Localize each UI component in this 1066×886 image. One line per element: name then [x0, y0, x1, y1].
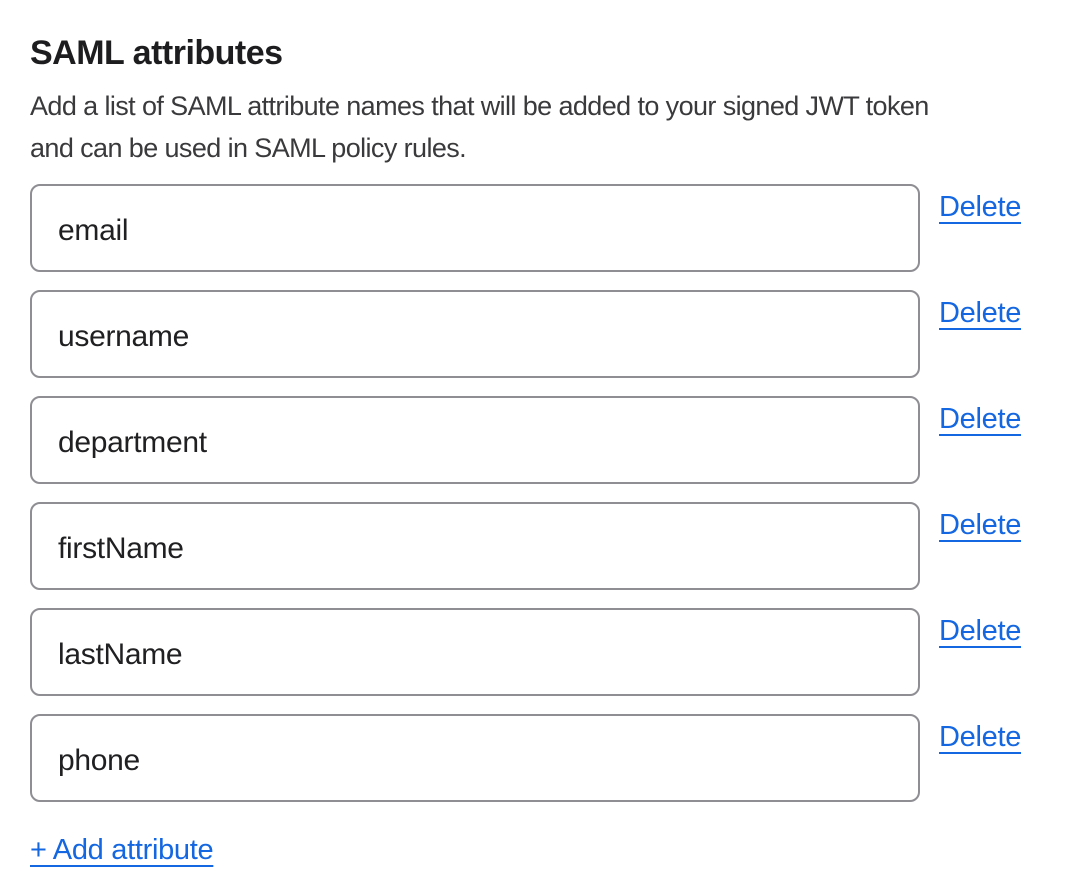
attribute-input[interactable]	[30, 502, 920, 590]
attribute-input[interactable]	[30, 184, 920, 272]
saml-attributes-section: SAML attributes Add a list of SAML attri…	[0, 0, 1066, 868]
attribute-row: Delete	[30, 184, 1036, 272]
delete-attribute-link[interactable]: Delete	[939, 190, 1021, 224]
delete-attribute-link[interactable]: Delete	[939, 296, 1021, 330]
attribute-row: Delete	[30, 290, 1036, 378]
attribute-input[interactable]	[30, 608, 920, 696]
attribute-row: Delete	[30, 502, 1036, 590]
attribute-input[interactable]	[30, 396, 920, 484]
add-attribute-link[interactable]: + Add attribute	[30, 832, 213, 868]
delete-attribute-link[interactable]: Delete	[939, 720, 1021, 754]
attribute-row: Delete	[30, 396, 1036, 484]
delete-attribute-link[interactable]: Delete	[939, 508, 1021, 542]
attribute-input[interactable]	[30, 290, 920, 378]
attribute-row: Delete	[30, 714, 1036, 802]
attribute-list: Delete Delete Delete Delete Delete Delet…	[30, 184, 1036, 802]
attribute-row: Delete	[30, 608, 1036, 696]
delete-attribute-link[interactable]: Delete	[939, 614, 1021, 648]
attribute-input[interactable]	[30, 714, 920, 802]
section-description: Add a list of SAML attribute names that …	[30, 85, 1036, 169]
delete-attribute-link[interactable]: Delete	[939, 402, 1021, 436]
section-title: SAML attributes	[30, 33, 1036, 73]
